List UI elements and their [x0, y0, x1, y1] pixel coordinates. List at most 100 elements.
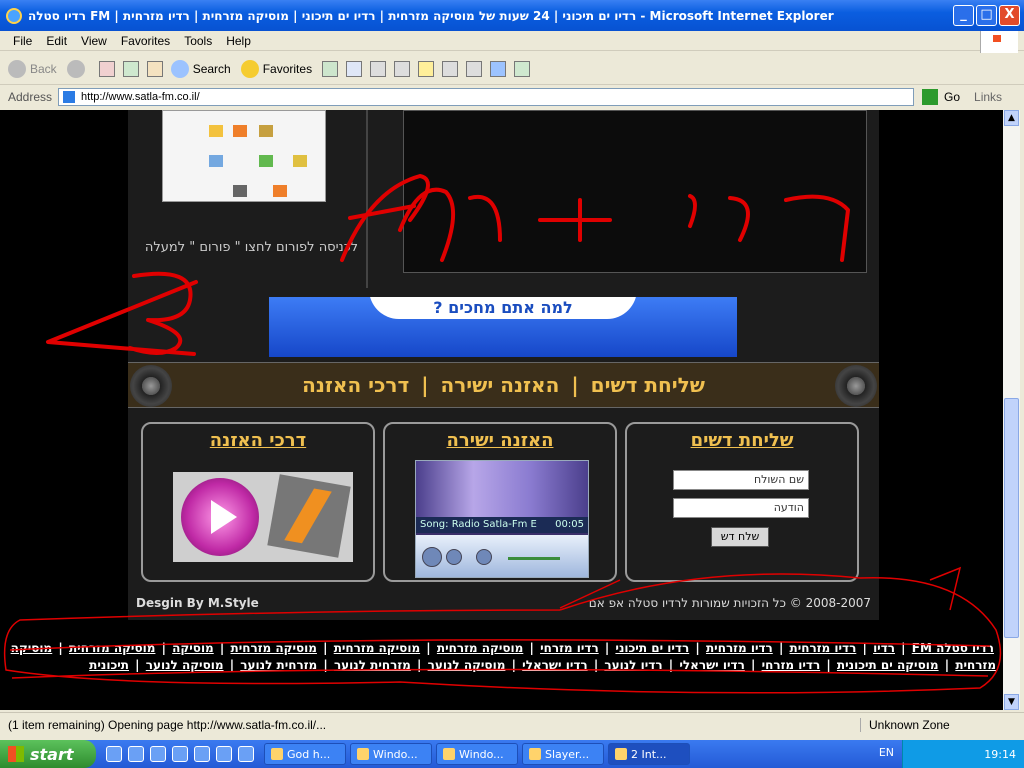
winamp-icon[interactable] — [267, 474, 351, 558]
footer-separator: | — [774, 641, 788, 655]
task-media-player[interactable]: Windo... — [350, 743, 432, 765]
vertical-scrollbar[interactable]: ▲ ▼ — [1003, 110, 1020, 710]
section-nav: שליחת דשים | האזנה ישירה | דרכי האזנה — [128, 362, 879, 408]
page-viewport: לכניסה לפורום לחצו " פורום " למעלה למה א… — [0, 110, 1003, 710]
task-slayer[interactable]: Slayer... — [522, 743, 604, 765]
footer-link[interactable]: רדיו מזרחית — [706, 641, 773, 655]
close-button[interactable]: X — [999, 5, 1020, 26]
outlook-icon[interactable] — [106, 746, 122, 762]
print-icon[interactable] — [370, 60, 387, 77]
footer-link[interactable]: רדיו מזרחי — [762, 658, 821, 672]
footer-link[interactable]: מזרחית לנוער — [334, 658, 411, 672]
task-internet-explorer[interactable]: 2 Int... — [608, 743, 690, 765]
media-icon[interactable] — [150, 746, 166, 762]
message-field[interactable]: הודעה — [673, 498, 809, 518]
send-greeting-button[interactable]: שלח דש — [711, 527, 769, 547]
nav-ways[interactable]: דרכי האזנה — [302, 373, 409, 397]
footer-link[interactable]: רדיו סטלה FM — [912, 641, 994, 655]
go-label: Go — [944, 90, 961, 104]
scroll-thumb[interactable] — [1004, 398, 1019, 638]
search-icon[interactable] — [172, 746, 188, 762]
research-icon[interactable] — [466, 60, 483, 77]
footer-link[interactable]: תיכונית — [89, 658, 129, 672]
footer-link[interactable]: רדיו — [873, 641, 895, 655]
stop-icon[interactable] — [446, 549, 462, 565]
address-url: http://www.satla-fm.co.il/ — [81, 91, 200, 103]
footer-separator: | — [507, 658, 521, 672]
footer-link[interactable]: רדיו מזרחי — [540, 641, 599, 655]
links-button[interactable]: Links — [974, 90, 1002, 104]
volume-slider[interactable] — [508, 557, 560, 560]
opera-icon — [529, 748, 541, 760]
play-icon[interactable] — [181, 478, 259, 556]
messenger-icon[interactable] — [490, 60, 507, 77]
footer-link[interactable]: מוסיקה מזרחית — [69, 641, 155, 655]
media-player[interactable]: Song: Radio Satla-Fm E 00:05 — [415, 460, 589, 578]
search-label: Search — [192, 61, 231, 76]
forum-preview-image[interactable] — [162, 110, 326, 202]
footer-separator: | — [746, 658, 760, 672]
mail-icon[interactable] — [346, 60, 363, 77]
language-indicator[interactable]: EN — [879, 746, 894, 759]
footer-link[interactable]: רדיו ישראלי — [522, 658, 588, 672]
search-button[interactable]: Search — [170, 59, 231, 78]
home-icon[interactable] — [146, 60, 163, 77]
address-input[interactable]: http://www.satla-fm.co.il/ — [58, 88, 915, 106]
help-icon[interactable] — [194, 746, 210, 762]
nav-greetings[interactable]: שליחת דשים — [591, 373, 705, 397]
toolbar: Back Search Favorites — [0, 53, 1024, 85]
task-messenger[interactable]: Windo... — [436, 743, 518, 765]
star-icon — [240, 59, 259, 78]
edit-icon[interactable] — [394, 60, 411, 77]
footer-link[interactable]: מוסיקה לנוער — [146, 658, 224, 672]
site-container: לכניסה לפורום לחצו " פורום " למעלה למה א… — [128, 110, 879, 620]
history-icon[interactable] — [322, 60, 339, 77]
discuss-icon[interactable] — [418, 60, 435, 77]
menu-bar: File Edit View Favorites Tools Help — [0, 31, 1024, 51]
forward-button[interactable] — [66, 59, 89, 78]
opera-icon[interactable] — [238, 746, 254, 762]
menu-view[interactable]: View — [81, 34, 107, 48]
start-button[interactable]: start — [0, 740, 96, 768]
footer-link[interactable]: רדיו ים תיכוני — [615, 641, 689, 655]
footer-link[interactable]: מוסיקה ים תיכונית — [837, 658, 939, 672]
footer-separator: | — [589, 658, 603, 672]
footer-link[interactable]: מוסיקה — [172, 641, 214, 655]
promo-banner[interactable]: למה אתם מחכים ? — [269, 297, 737, 357]
favorites-label: Favorites — [262, 61, 313, 76]
menu-favorites[interactable]: Favorites — [121, 34, 170, 48]
live-title: האזנה ישירה — [446, 430, 554, 451]
forward-arrow-icon — [66, 59, 85, 78]
footer-link[interactable]: מוסיקה מזרחית — [231, 641, 317, 655]
footer-link[interactable]: מזרחית לנוער — [240, 658, 317, 672]
back-button[interactable]: Back — [8, 59, 57, 78]
footer-link[interactable]: רדיו ישראלי — [679, 658, 745, 672]
volume-icon[interactable] — [476, 549, 492, 565]
footer-link[interactable]: מוסיקה מזרחית — [334, 641, 420, 655]
go-button[interactable]: Go — [922, 89, 960, 105]
browser-icon[interactable] — [128, 746, 144, 762]
stop-icon[interactable] — [98, 60, 115, 77]
footer-link[interactable]: מוסיקה מזרחית — [437, 641, 523, 655]
sender-name-field[interactable]: שם השולח — [673, 470, 809, 490]
app-icon[interactable] — [216, 746, 232, 762]
minimize-button[interactable]: _ — [953, 5, 974, 26]
refresh-icon[interactable] — [122, 60, 139, 77]
maximize-button[interactable]: □ — [976, 5, 997, 26]
menu-help[interactable]: Help — [226, 34, 251, 48]
footer-link[interactable]: מוסיקה לנוער — [428, 658, 506, 672]
nav-live[interactable]: האזנה ישירה — [441, 373, 560, 397]
menu-file[interactable]: File — [13, 34, 32, 48]
scroll-up-icon[interactable]: ▲ — [1004, 110, 1019, 126]
pause-icon[interactable] — [422, 547, 442, 567]
live-panel: האזנה ישירה Song: Radio Satla-Fm E 00:05 — [383, 422, 617, 582]
menu-tools[interactable]: Tools — [184, 34, 212, 48]
favorites-button[interactable]: Favorites — [240, 59, 313, 78]
task-folder[interactable]: God h... — [264, 743, 346, 765]
tools-icon[interactable] — [514, 60, 531, 77]
menu-edit[interactable]: Edit — [46, 34, 67, 48]
footer-link[interactable]: רדיו לנוער — [604, 658, 662, 672]
spellcheck-icon[interactable] — [442, 60, 459, 77]
scroll-down-icon[interactable]: ▼ — [1004, 694, 1019, 710]
footer-link[interactable]: רדיו מזרחית — [790, 641, 857, 655]
